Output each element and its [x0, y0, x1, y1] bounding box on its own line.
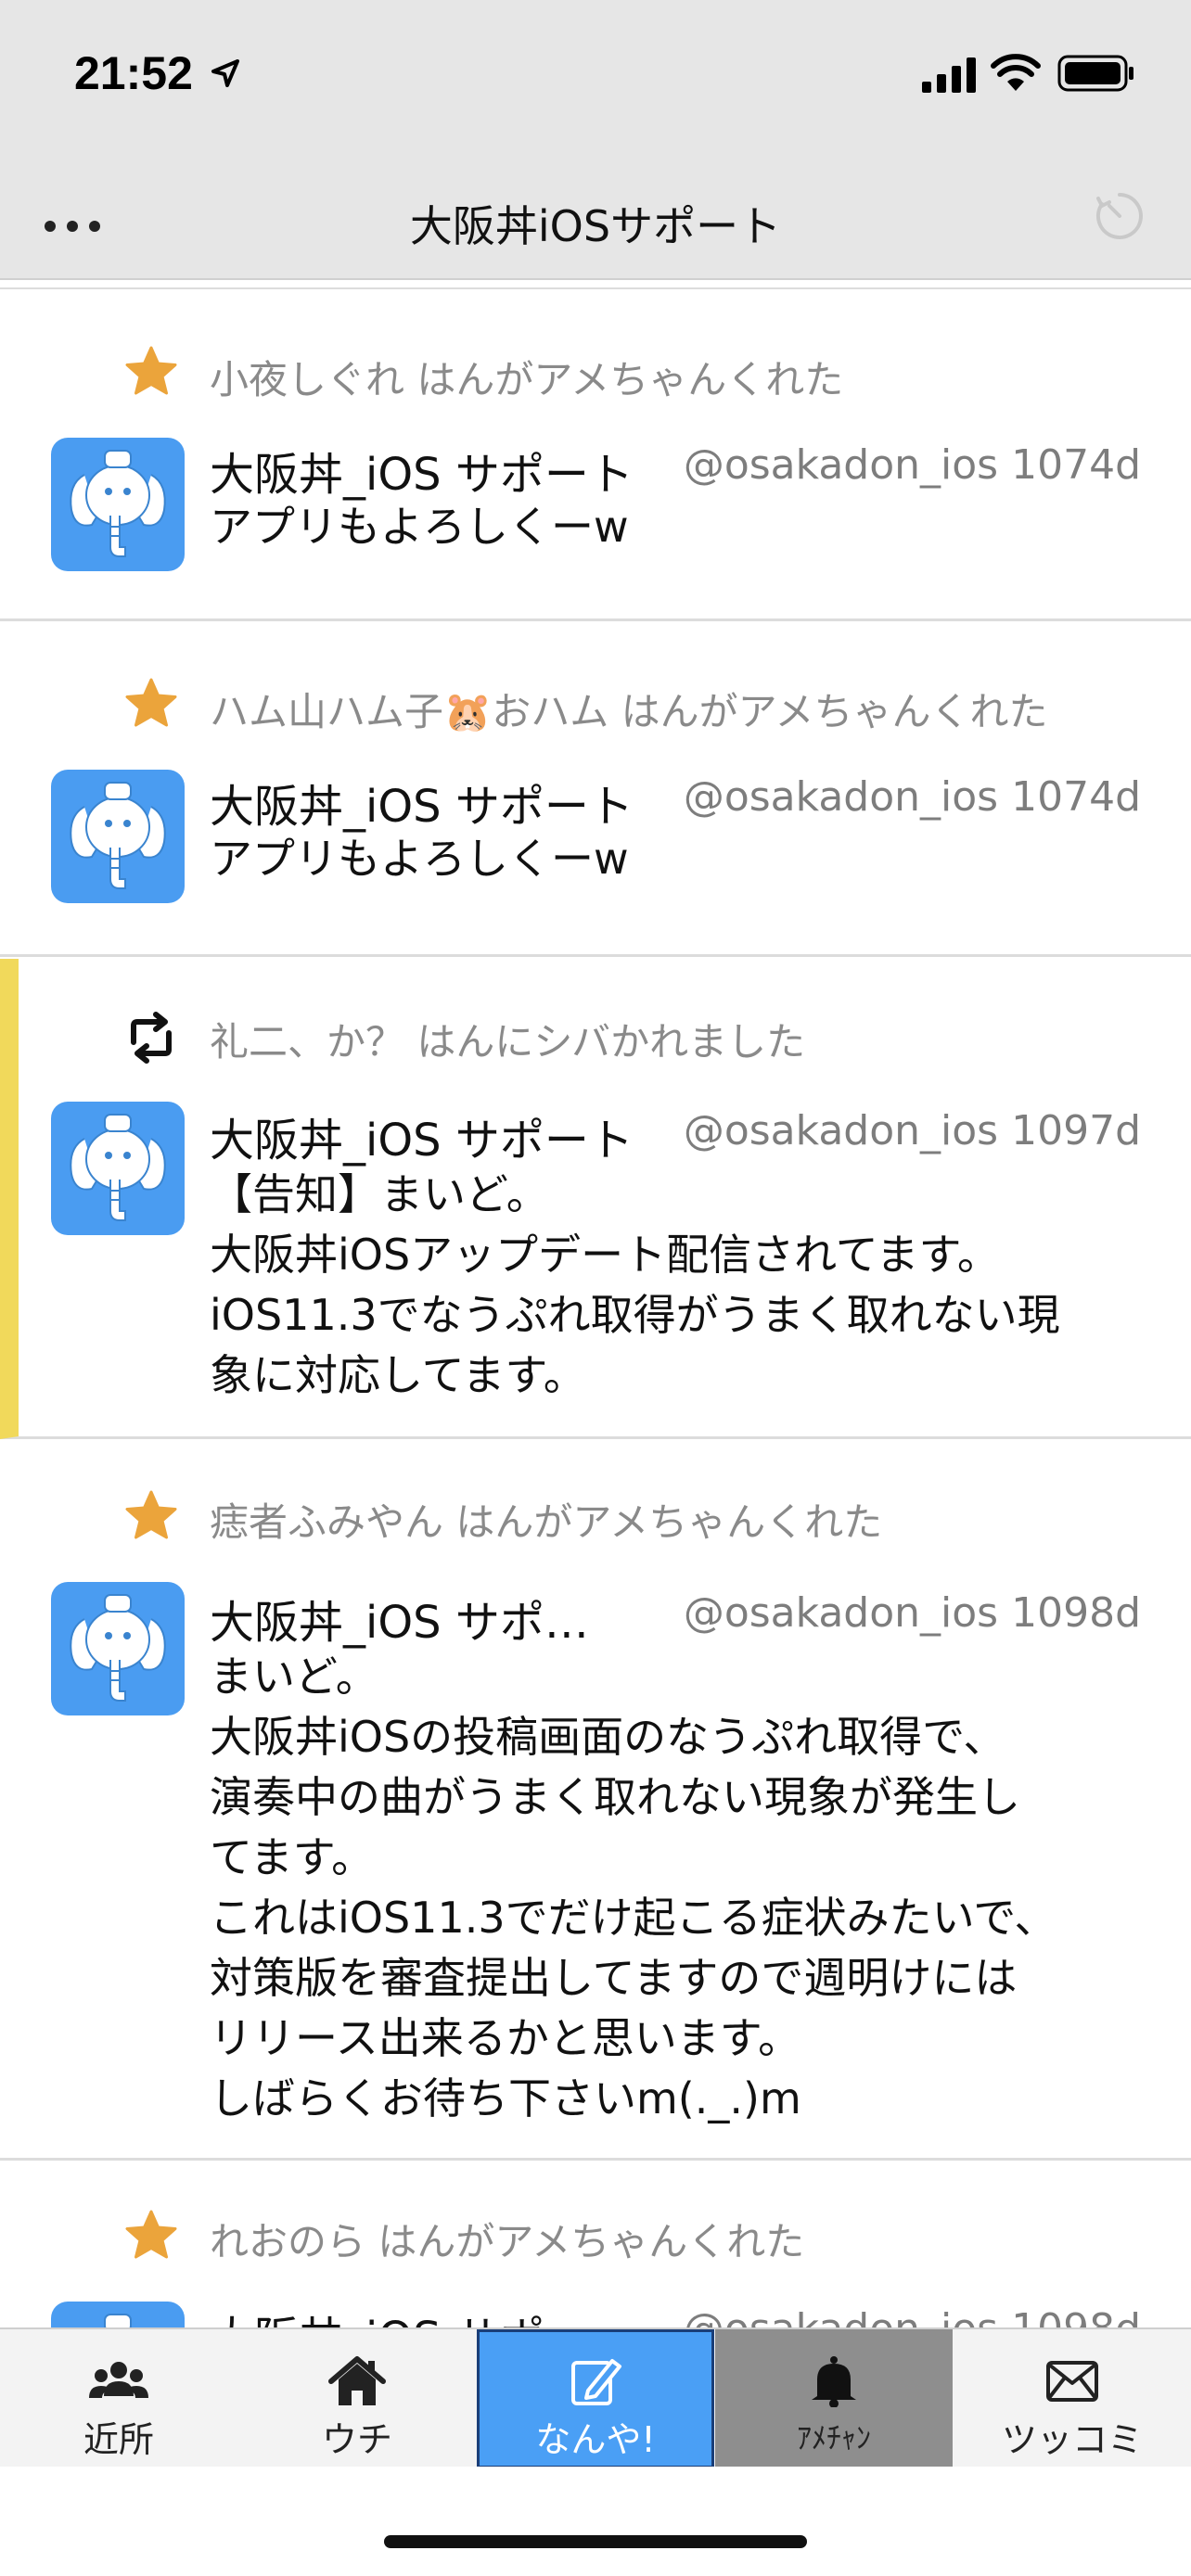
avatar[interactable]: [51, 770, 185, 903]
avatar[interactable]: [51, 438, 185, 571]
username[interactable]: @osakadon_ios: [684, 1589, 998, 1637]
display-name[interactable]: 大阪丼_iOS サポ…: [210, 2313, 589, 2327]
tweet-age: 1074d: [1011, 441, 1141, 489]
activity-text: 礼二、か？ はんにシバかれました: [210, 1019, 806, 1065]
username[interactable]: @osakadon_ios: [684, 2305, 998, 2327]
tweet-meta: @osakadon_ios 1074d: [684, 773, 1141, 821]
envelope-icon: [1046, 2361, 1098, 2402]
tweet-age: 1097d: [1011, 1107, 1141, 1154]
timeline-item[interactable]: ハム山ハム子🐹おハム はんがアメちゃんくれた 大阪丼_iOS サポート @osa…: [0, 623, 1191, 957]
avatar[interactable]: [51, 1102, 185, 1235]
elephant-logo-icon: [70, 1594, 166, 1702]
tweet-age: 1098d: [1011, 2305, 1141, 2327]
tweet-meta: @osakadon_ios 1097d: [684, 1107, 1141, 1154]
elephant-logo-icon: [70, 1114, 166, 1221]
elephant-logo-icon: [70, 450, 166, 557]
star-icon: [125, 1490, 177, 1539]
activity-text: 小夜しぐれ はんがアメちゃんくれた: [210, 357, 844, 402]
tweet-header: 大阪丼_iOS サポ… @osakadon_ios 1098d: [210, 2302, 1141, 2327]
tweet-body: アプリもよろしくーw: [210, 502, 629, 552]
tab-bar: 近所 ウチ なんや! ｱﾒﾁｬﾝ ツッコミ: [0, 2327, 1191, 2468]
timeline-item-highlighted[interactable]: 礼二、か？ はんにシバかれました 大阪丼_iOS サポート @osakadon_…: [0, 959, 1191, 1439]
tweet-age: 1098d: [1011, 1589, 1141, 1637]
bell-icon: [812, 2356, 856, 2407]
timeline-feed[interactable]: 小夜しぐれ はんがアメちゃんくれた 大阪丼_iOS サポート @osakadon…: [0, 280, 1191, 2327]
safe-area-bottom: [0, 2467, 1191, 2576]
activity-text: 痣者ふみやん はんがアメちゃんくれた: [210, 1499, 883, 1545]
tab-label: 近所: [83, 2419, 154, 2460]
elephant-logo-icon: [104, 2314, 132, 2327]
navigation-bar: 大阪丼iOSサポート: [0, 158, 1191, 280]
tweet-body: アプリもよろしくーw: [210, 834, 629, 884]
wifi-icon: [991, 54, 1041, 91]
star-icon: [125, 346, 177, 395]
tab-label: ｱﾒﾁｬﾝ: [796, 2420, 871, 2455]
tab-neighborhood[interactable]: 近所: [0, 2329, 237, 2468]
tweet-meta: @osakadon_ios 1074d: [684, 441, 1141, 489]
timeline-item[interactable]: 小夜しぐれ はんがアメちゃんくれた 大阪丼_iOS サポート @osakadon…: [0, 289, 1191, 621]
avatar[interactable]: [51, 1582, 185, 1715]
retweet-icon: [131, 1012, 172, 1064]
elephant-logo-icon: [70, 782, 166, 889]
star-icon: [125, 2210, 177, 2259]
page-title: 大阪丼iOSサポート: [409, 201, 782, 251]
timeline-item[interactable]: れおのら はんがアメちゃんくれた 大阪丼_iOS サポ… @osakadon_i…: [0, 2162, 1191, 2327]
username[interactable]: @osakadon_ios: [684, 441, 998, 489]
tab-label: ツッコミ: [1001, 2419, 1143, 2460]
display-name[interactable]: 大阪丼_iOS サポート: [210, 1115, 634, 1167]
cellular-signal-icon: [922, 57, 976, 93]
home-indicator[interactable]: [384, 2535, 807, 2548]
tweet-body: まいど。 大阪丼iOSの投稿画面のなうぷれ取得で、 演奏中の曲がうまく取れない現…: [210, 1651, 1057, 2123]
location-arrow-icon: [211, 59, 239, 87]
refresh-icon[interactable]: [1091, 187, 1148, 245]
home-icon: [328, 2356, 386, 2405]
tweet-meta: @osakadon_ios 1098d: [684, 1589, 1141, 1637]
battery-icon: [1057, 55, 1133, 92]
tweet-meta: @osakadon_ios 1098d: [684, 2305, 1141, 2327]
tweet-header: 大阪丼_iOS サポート @osakadon_ios 1074d: [210, 438, 1141, 503]
tab-ame-chan[interactable]: ｱﾒﾁｬﾝ: [715, 2329, 953, 2468]
tweet-body: 【告知】まいど。 大阪丼iOSアップデート配信されてます。 iOS11.3でなう…: [210, 1169, 1060, 1400]
username[interactable]: @osakadon_ios: [684, 773, 998, 821]
display-name[interactable]: 大阪丼_iOS サポ…: [210, 1597, 589, 1649]
tweet-header: 大阪丼_iOS サポ… @osakadon_ios 1098d: [210, 1586, 1141, 1651]
status-bar: 21:52: [0, 0, 1191, 158]
avatar[interactable]: [51, 2302, 185, 2327]
timeline-item[interactable]: 痣者ふみやん はんがアメちゃんくれた 大阪丼_iOS サポ… @osakadon…: [0, 1441, 1191, 2161]
tab-home[interactable]: ウチ: [238, 2329, 476, 2468]
tweet-header: 大阪丼_iOS サポート @osakadon_ios 1097d: [210, 1103, 1141, 1168]
username[interactable]: @osakadon_ios: [684, 1107, 998, 1154]
activity-text: れおのら はんがアメちゃんくれた: [210, 2219, 805, 2264]
tweet-age: 1074d: [1011, 773, 1141, 821]
users-icon: [89, 2362, 148, 2398]
status-time: 21:52: [74, 47, 193, 99]
tweet-header: 大阪丼_iOS サポート @osakadon_ios 1074d: [210, 770, 1141, 835]
tab-label: ウチ: [321, 2419, 392, 2460]
display-name[interactable]: 大阪丼_iOS サポート: [210, 781, 634, 833]
tab-label: なんや!: [535, 2419, 656, 2460]
compose-icon: [571, 2359, 621, 2405]
star-icon: [125, 678, 177, 727]
tab-compose[interactable]: なんや!: [477, 2329, 714, 2468]
display-name[interactable]: 大阪丼_iOS サポート: [210, 449, 634, 501]
activity-text: ハム山ハム子🐹おハム はんがアメちゃんくれた: [210, 689, 1048, 734]
tab-replies[interactable]: ツッコミ: [954, 2329, 1191, 2468]
